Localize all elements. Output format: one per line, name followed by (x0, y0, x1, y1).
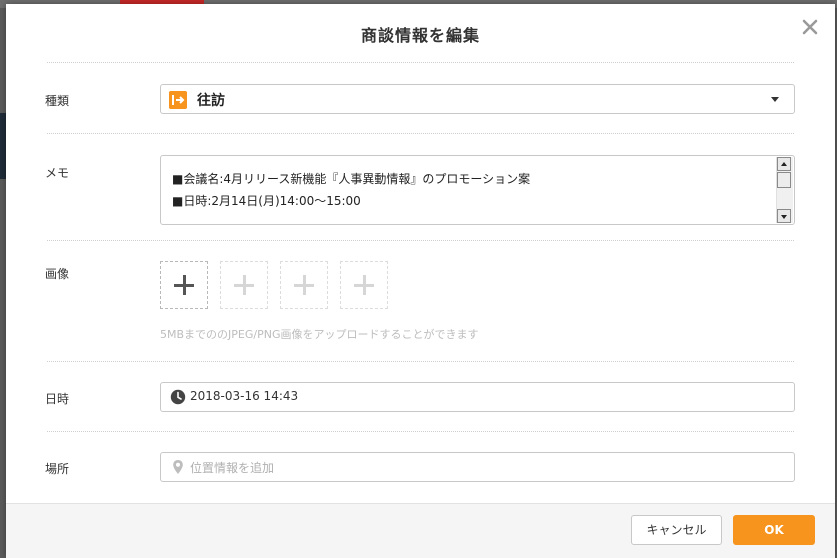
location-label: 場所 (45, 462, 70, 476)
divider (47, 431, 794, 432)
memo-line: ■会議名:4月リリース新機能『人事異動情報』のプロモーション案 (172, 172, 531, 186)
datetime-value: 2018-03-16 14:43 (190, 389, 299, 403)
image-slot (280, 261, 328, 309)
scroll-thumb[interactable] (777, 172, 791, 188)
location-field[interactable]: 位置情報を追加 (160, 452, 795, 482)
cancel-button[interactable]: キャンセル (631, 515, 722, 545)
location-placeholder: 位置情報を追加 (190, 461, 275, 475)
scroll-up-button[interactable] (777, 157, 791, 171)
memo-label: メモ (45, 166, 70, 180)
add-image-button[interactable] (160, 261, 208, 309)
type-value: 往訪 (197, 93, 225, 109)
dialog-footer: キャンセル OK (6, 503, 835, 558)
divider (47, 240, 794, 241)
ok-button[interactable]: OK (733, 515, 815, 545)
type-select[interactable]: 往訪 (160, 84, 795, 114)
divider (47, 62, 794, 63)
dialog-title: 商談情報を編集 (360, 26, 480, 45)
image-label: 画像 (45, 267, 70, 281)
divider (47, 361, 794, 362)
datetime-label: 日時 (45, 392, 70, 406)
image-slot (340, 261, 388, 309)
datetime-field[interactable]: 2018-03-16 14:43 (160, 382, 795, 412)
dialog-header: 商談情報を編集 (6, 4, 835, 62)
edit-deal-dialog: 商談情報を編集 種類 往訪 メモ ■会議名:4月リリース新機能『人事異動情報』の… (6, 4, 835, 558)
memo-line: ■日時:2月14日(月)14:00〜15:00 (172, 194, 361, 208)
image-upload-hint: 5MBまでののJPEG/PNG画像をアップロードすることができます (160, 328, 479, 341)
divider (47, 133, 794, 134)
type-label: 種類 (45, 94, 70, 108)
close-icon[interactable] (801, 18, 819, 36)
memo-scrollbar[interactable] (776, 157, 793, 223)
memo-textarea[interactable]: ■会議名:4月リリース新機能『人事異動情報』のプロモーション案 ■日時:2月14… (160, 155, 795, 225)
arrow-right-box-icon (169, 91, 187, 109)
chevron-down-icon (771, 97, 779, 102)
clock-icon (170, 389, 186, 405)
scroll-down-button[interactable] (777, 209, 791, 223)
location-pin-icon (173, 460, 183, 474)
image-slot (220, 261, 268, 309)
